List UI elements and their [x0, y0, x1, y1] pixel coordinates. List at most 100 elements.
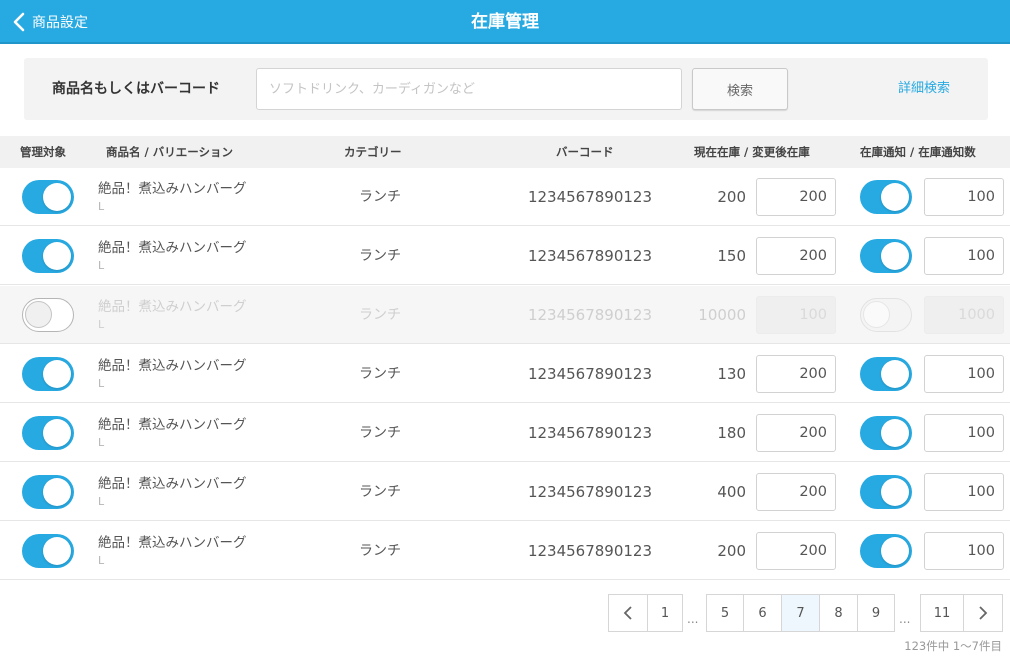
notify-count-input[interactable]: 1000 — [924, 296, 1004, 334]
category-cell: ランチ — [359, 484, 401, 500]
product-name: 絶品！煮込みハンバーグ — [98, 358, 247, 374]
table-row: 絶品！煮込みハンバーグ L ランチ 1234567890123 200 200 … — [0, 168, 1010, 226]
current-stock: 180 — [717, 424, 746, 442]
managed-toggle[interactable] — [22, 534, 74, 568]
page-button-9[interactable]: 9 — [857, 594, 895, 632]
search-label: 商品名もしくはバーコード — [52, 81, 220, 97]
page-button-7[interactable]: 7 — [781, 594, 820, 632]
search-panel: 商品名もしくはバーコード 検索 詳細検索 — [24, 58, 988, 120]
notify-count-input[interactable]: 100 — [924, 414, 1004, 452]
barcode-cell: 1234567890123 — [527, 542, 653, 560]
table-row: 絶品！煮込みハンバーグ L ランチ 1234567890123 130 200 … — [0, 345, 1010, 403]
notify-count-input[interactable]: 100 — [924, 355, 1004, 393]
product-name: 絶品！煮込みハンバーグ — [98, 240, 247, 256]
notify-toggle[interactable] — [860, 416, 912, 450]
barcode-cell: 1234567890123 — [527, 306, 653, 324]
category-cell: ランチ — [359, 248, 401, 264]
variation-label: L — [98, 495, 105, 508]
table-row: 絶品！煮込みハンバーグ L ランチ 1234567890123 200 200 … — [0, 522, 1010, 580]
page-button-6[interactable]: 6 — [743, 594, 782, 632]
pagination-ellipsis: ... — [687, 612, 699, 626]
new-stock-input[interactable]: 200 — [756, 237, 836, 275]
variation-label: L — [98, 377, 105, 390]
notify-toggle[interactable] — [860, 180, 912, 214]
variation-label: L — [98, 318, 105, 331]
notify-count-input[interactable]: 100 — [924, 473, 1004, 511]
chevron-right-icon — [979, 606, 988, 620]
result-count: 123件中 1〜7件目 — [904, 639, 1002, 653]
category-cell: ランチ — [359, 425, 401, 441]
variation-label: L — [98, 259, 105, 272]
new-stock-input[interactable]: 100 — [756, 296, 836, 334]
barcode-cell: 1234567890123 — [527, 188, 653, 206]
back-label: 商品設定 — [32, 15, 88, 31]
pagination-ellipsis: ... — [899, 612, 911, 626]
column-header-name: 商品名 / バリエーション — [106, 145, 233, 159]
table-row: 絶品！煮込みハンバーグ L ランチ 1234567890123 10000 10… — [0, 286, 1010, 344]
managed-toggle[interactable] — [22, 298, 74, 332]
top-navigation-bar: 商品設定 在庫管理 — [0, 0, 1010, 44]
variation-label: L — [98, 436, 105, 449]
notify-toggle[interactable] — [860, 357, 912, 391]
notify-toggle[interactable] — [860, 298, 912, 332]
table-row: 絶品！煮込みハンバーグ L ランチ 1234567890123 180 200 … — [0, 404, 1010, 462]
product-name: 絶品！煮込みハンバーグ — [98, 299, 247, 315]
new-stock-input[interactable]: 200 — [756, 473, 836, 511]
barcode-cell: 1234567890123 — [527, 424, 653, 442]
variation-label: L — [98, 554, 105, 567]
column-header-category: カテゴリー — [344, 145, 402, 159]
new-stock-input[interactable]: 200 — [756, 355, 836, 393]
product-name: 絶品！煮込みハンバーグ — [98, 476, 247, 492]
new-stock-input[interactable]: 200 — [756, 532, 836, 570]
page-button-11[interactable]: 11 — [920, 594, 964, 632]
variation-label: L — [98, 200, 105, 213]
notify-count-input[interactable]: 100 — [924, 532, 1004, 570]
category-cell: ランチ — [359, 366, 401, 382]
managed-toggle[interactable] — [22, 357, 74, 391]
search-button[interactable]: 検索 — [692, 68, 788, 110]
barcode-cell: 1234567890123 — [527, 365, 653, 383]
current-stock: 200 — [717, 542, 746, 560]
search-input[interactable] — [256, 68, 682, 110]
page-button-5[interactable]: 5 — [706, 594, 744, 632]
category-cell: ランチ — [359, 307, 401, 323]
advanced-search-link[interactable]: 詳細検索 — [898, 58, 950, 120]
current-stock: 150 — [717, 247, 746, 265]
chevron-left-icon — [623, 606, 632, 620]
product-name: 絶品！煮込みハンバーグ — [98, 417, 247, 433]
chevron-left-icon — [13, 12, 25, 32]
table-row: 絶品！煮込みハンバーグ L ランチ 1234567890123 150 200 … — [0, 227, 1010, 285]
current-stock: 400 — [717, 483, 746, 501]
page-title: 在庫管理 — [471, 12, 539, 32]
new-stock-input[interactable]: 200 — [756, 414, 836, 452]
notify-toggle[interactable] — [860, 239, 912, 273]
current-stock: 10000 — [698, 306, 746, 324]
product-name: 絶品！煮込みハンバーグ — [98, 535, 247, 551]
column-header-notify: 在庫通知 / 在庫通知数 — [860, 145, 976, 159]
page-button-8[interactable]: 8 — [819, 594, 858, 632]
notify-toggle[interactable] — [860, 475, 912, 509]
managed-toggle[interactable] — [22, 180, 74, 214]
current-stock: 200 — [717, 188, 746, 206]
managed-toggle[interactable] — [22, 239, 74, 273]
prev-page-button[interactable] — [608, 594, 648, 632]
column-header-stock: 現在在庫 / 変更後在庫 — [694, 145, 810, 159]
barcode-cell: 1234567890123 — [527, 483, 653, 501]
new-stock-input[interactable]: 200 — [756, 178, 836, 216]
column-header-managed: 管理対象 — [20, 145, 66, 159]
next-page-button[interactable] — [963, 594, 1003, 632]
column-header-barcode: バーコード — [556, 145, 614, 159]
page-button-1[interactable]: 1 — [647, 594, 683, 632]
barcode-cell: 1234567890123 — [527, 247, 653, 265]
managed-toggle[interactable] — [22, 475, 74, 509]
notify-toggle[interactable] — [860, 534, 912, 568]
notify-count-input[interactable]: 100 — [924, 178, 1004, 216]
back-button[interactable]: 商品設定 — [12, 0, 88, 44]
table-row: 絶品！煮込みハンバーグ L ランチ 1234567890123 400 200 … — [0, 463, 1010, 521]
table-header: 管理対象 商品名 / バリエーション カテゴリー バーコード 現在在庫 / 変更… — [0, 136, 1010, 168]
product-name: 絶品！煮込みハンバーグ — [98, 181, 247, 197]
category-cell: ランチ — [359, 189, 401, 205]
managed-toggle[interactable] — [22, 416, 74, 450]
current-stock: 130 — [717, 365, 746, 383]
notify-count-input[interactable]: 100 — [924, 237, 1004, 275]
